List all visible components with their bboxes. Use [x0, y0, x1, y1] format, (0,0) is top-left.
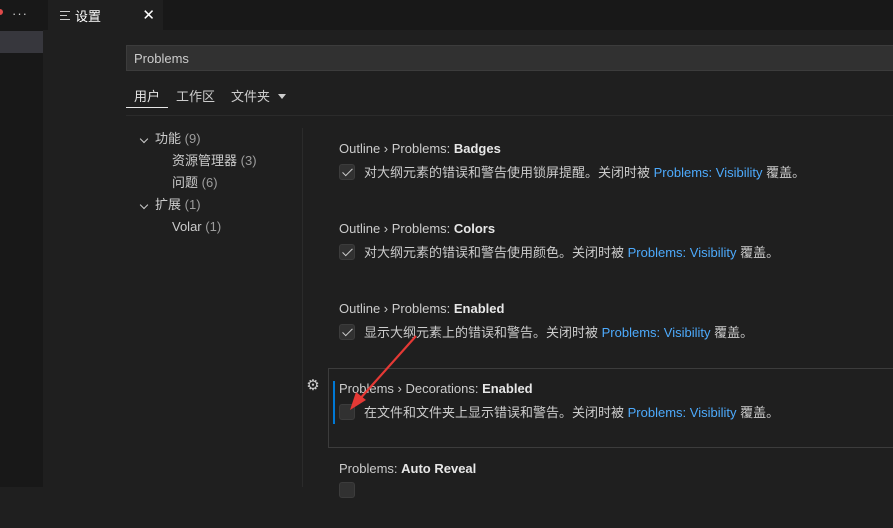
settings-search-input[interactable] [126, 45, 893, 71]
chevron-down-icon[interactable] [278, 94, 287, 100]
setting-description: 对大纲元素的错误和警告使用颜色。关闭时被 Problems: Visibilit… [364, 242, 779, 261]
tab-folder[interactable]: 文件夹 [223, 86, 294, 112]
setting-description-suffix: 覆盖。 [762, 165, 806, 180]
setting-title: Outline › Problems: Enabled [339, 301, 893, 316]
setting-category: Outline › Problems: [339, 301, 454, 316]
sidebar-strip: ··· [0, 0, 43, 487]
toc-item-label: 功能 [155, 131, 182, 146]
setting-title: Problems: Auto Reveal [339, 461, 893, 476]
setting-category: Outline › Problems: [339, 141, 454, 156]
toc-item-explorer[interactable]: 资源管理器 (3) [134, 150, 298, 172]
setting-description: 对大纲元素的错误和警告使用锁屏提醒。关闭时被 Problems: Visibil… [364, 162, 805, 181]
setting-description-text: 在文件和文件夹上显示错误和警告。关闭时被 [364, 405, 628, 420]
close-icon[interactable]: ✕ [142, 6, 155, 24]
setting-link[interactable]: Problems: Visibility [602, 325, 711, 340]
toc-divider [302, 128, 303, 487]
setting-description-text: 显示大纲元素上的错误和警告。关闭时被 [364, 325, 602, 340]
setting-link[interactable]: Problems: Visibility [628, 405, 737, 420]
setting-description-text: 对大纲元素的错误和警告使用锁屏提醒。关闭时被 [364, 165, 654, 180]
settings-list: Outline › Problems: Badges 对大纲元素的错误和警告使用… [313, 128, 893, 528]
setting-problems-auto-reveal: Problems: Auto Reveal [313, 448, 893, 528]
tab-settings[interactable]: 设置 ✕ [48, 0, 163, 30]
setting-name: Badges [453, 141, 501, 156]
more-actions-icon[interactable]: ··· [12, 6, 28, 21]
tab-bar: 设置 ✕ [43, 0, 893, 30]
toc-item-label: 问题 [172, 175, 199, 190]
setting-name: Auto Reveal [401, 461, 477, 476]
setting-category: Problems: [339, 461, 402, 476]
setting-name: Enabled [453, 301, 505, 316]
setting-checkbox[interactable] [339, 163, 355, 180]
tab-user[interactable]: 用户 [126, 86, 169, 112]
focus-indicator [333, 381, 335, 424]
setting-title: Outline › Problems: Colors [339, 221, 893, 236]
setting-checkbox[interactable] [339, 403, 355, 420]
tab-title: 设置 [75, 8, 102, 24]
toc-item-problems[interactable]: 问题 (6) [134, 172, 298, 194]
toc-item-count: (3) [240, 153, 257, 168]
setting-description-suffix: 覆盖。 [736, 245, 780, 260]
setting-outline-problems-badges: Outline › Problems: Badges 对大纲元素的错误和警告使用… [313, 128, 893, 208]
toc-item-label: Volar [172, 219, 202, 234]
setting-name: Enabled [482, 381, 533, 396]
setting-outline-problems-enabled: Outline › Problems: Enabled 显示大纲元素上的错误和警… [313, 288, 893, 368]
settings-editor: 用户 工作区 文件夹 功能 (9) 资源管理器 (3) 问题 (6) 扩展 (1… [43, 30, 893, 498]
toc-item-features[interactable]: 功能 (9) [134, 128, 298, 150]
setting-link[interactable]: Problems: Visibility [654, 165, 763, 180]
toc-item-label: 扩展 [155, 197, 182, 212]
tab-folder-label: 文件夹 [231, 89, 271, 104]
setting-outline-problems-colors: Outline › Problems: Colors 对大纲元素的错误和警告使用… [313, 208, 893, 288]
tab-user-label: 用户 [134, 89, 161, 104]
setting-description-suffix: 覆盖。 [710, 325, 754, 340]
selected-list-item[interactable] [0, 31, 43, 53]
settings-editor-icon [60, 10, 70, 20]
chevron-down-icon[interactable] [139, 134, 149, 144]
toc-item-count: (6) [201, 175, 218, 190]
toc-item-extensions[interactable]: 扩展 (1) [134, 194, 298, 216]
setting-description: 显示大纲元素上的错误和警告。关闭时被 Problems: Visibility … [364, 322, 753, 341]
header-divider [126, 115, 893, 116]
settings-scope-tabs: 用户 工作区 文件夹 [126, 86, 294, 116]
toc-item-count: (1) [205, 219, 222, 234]
setting-checkbox[interactable] [339, 482, 355, 498]
setting-link[interactable]: Problems: Visibility [628, 245, 737, 260]
setting-description: 在文件和文件夹上显示错误和警告。关闭时被 Problems: Visibilit… [364, 402, 779, 421]
setting-checkbox[interactable] [339, 323, 355, 340]
tab-workspace[interactable]: 工作区 [168, 86, 223, 112]
toc-item-volar[interactable]: Volar (1) [134, 216, 298, 238]
toc-item-count: (1) [184, 197, 201, 212]
toc-item-count: (9) [184, 131, 201, 146]
setting-name: Colors [453, 221, 496, 236]
tab-workspace-label: 工作区 [176, 89, 216, 104]
settings-toc: 功能 (9) 资源管理器 (3) 问题 (6) 扩展 (1) Volar (1) [134, 128, 298, 238]
setting-description-suffix: 覆盖。 [736, 405, 780, 420]
setting-title: Outline › Problems: Badges [339, 141, 893, 156]
setting-checkbox[interactable] [339, 243, 355, 260]
setting-title: Problems › Decorations: Enabled [339, 381, 893, 396]
setting-category: Outline › Problems: [339, 221, 454, 236]
toc-item-label: 资源管理器 [172, 153, 238, 168]
error-indicator-icon [0, 9, 3, 15]
setting-problems-decorations-enabled: Problems › Decorations: Enabled 在文件和文件夹上… [328, 368, 893, 448]
setting-description-text: 对大纲元素的错误和警告使用颜色。关闭时被 [364, 245, 628, 260]
setting-category: Problems › Decorations: [339, 381, 483, 396]
chevron-down-icon[interactable] [139, 200, 149, 210]
